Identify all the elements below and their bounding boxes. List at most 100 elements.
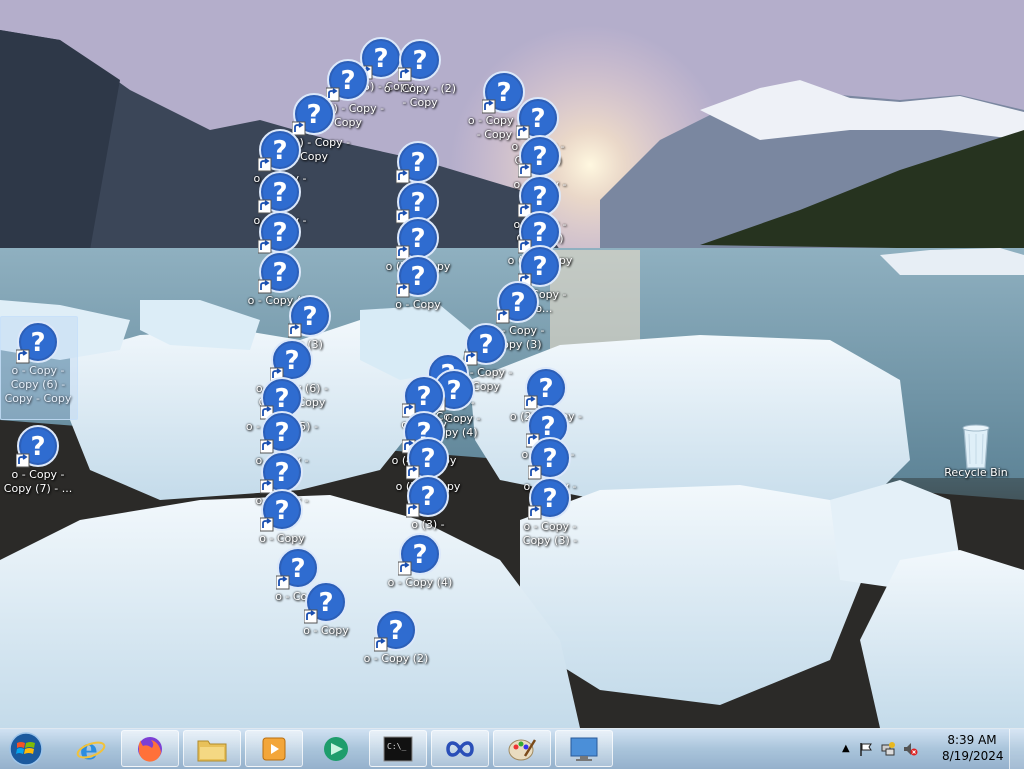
svg-text:?: ? [410,224,425,254]
svg-text:?: ? [410,148,425,178]
svg-text:?: ? [410,262,425,292]
show-hidden-icons-icon[interactable]: ▲ [842,743,858,759]
svg-text:?: ? [542,484,557,514]
unknown-file-shortcut-icon: ? [396,140,440,184]
svg-text:?: ? [30,432,45,462]
desktop-shortcut-icon[interactable]: ? o - Copy (2) [358,608,434,666]
svg-text:?: ? [410,188,425,218]
svg-text:?: ? [542,444,557,474]
taskbar-internet-explorer[interactable]: e [62,730,120,767]
unknown-file-shortcut-icon: ? [496,280,540,324]
svg-text:?: ? [510,288,525,318]
desktop-shortcut-icon[interactable]: ? o (3) - [390,474,466,532]
start-button[interactable] [4,730,48,768]
unknown-file-shortcut-icon: ? [258,128,302,172]
firefox-icon [138,736,162,762]
action-center-flag-icon[interactable] [858,741,874,757]
svg-text:?: ? [412,46,427,76]
windows-logo-icon [9,732,43,766]
taskbar-paint[interactable] [493,730,551,767]
svg-text:?: ? [318,588,333,618]
unknown-file-shortcut-icon: ? [258,170,302,214]
svg-text:?: ? [532,182,547,212]
svg-text:?: ? [30,328,45,358]
taskbar-media-player[interactable] [245,730,303,767]
desktop-shortcut-icon[interactable]: ? o - Copy - (2) - Copy [382,38,458,110]
system-tray: ▲ 8:39 AM 8/19/2024 [834,729,1024,769]
desktop-shortcut-label: o - Copy [303,624,349,637]
desktop-shortcut-label: o - Copy (2) [363,652,429,665]
media-icon [262,737,286,760]
svg-text:?: ? [532,142,547,172]
green-app-icon [324,736,348,761]
svg-text:?: ? [420,482,435,512]
desktop-shortcut-icon[interactable]: ? o - Copy - Copy (6) - Copy - Copy [0,316,78,420]
desktop-shortcut-icon[interactable]: ? o - Copy [380,254,456,312]
desktop-shortcut-label: o - Copy - (2) - Copy [383,82,457,109]
svg-text:?: ? [530,104,545,134]
desktop-shortcut-icon[interactable]: ? o - Copy - Copy (3) - [512,476,588,548]
infinity-icon [446,740,474,757]
svg-text:?: ? [412,540,427,570]
unknown-file-shortcut-icon: ? [304,580,348,624]
taskbar-file-explorer[interactable] [183,730,241,767]
unknown-file-shortcut-icon: ? [528,476,572,520]
svg-text:?: ? [272,258,287,288]
taskbar-green-app[interactable] [307,730,365,767]
show-desktop-button[interactable] [1009,729,1024,769]
desktop-shortcut-label: o - Copy - Copy (7) - ... [3,468,73,495]
svg-text:?: ? [272,218,287,248]
svg-text:?: ? [420,444,435,474]
svg-text:?: ? [284,346,299,376]
taskbar-firefox[interactable] [121,730,179,767]
unknown-file-shortcut-icon: ? [288,294,332,338]
unknown-file-shortcut-icon: ? [16,424,60,468]
recycle-bin-glyph [954,422,998,469]
unknown-file-shortcut-icon: ? [406,474,450,518]
ie-icon: e [76,734,106,764]
unknown-file-shortcut-icon: ? [260,410,304,454]
unknown-file-shortcut-icon: ? [528,436,572,480]
unknown-file-shortcut-icon: ? [396,254,440,298]
unknown-file-shortcut-icon: ? [258,210,302,254]
recycle-bin-icon[interactable]: Recycle Bin [938,422,1014,480]
svg-text:C:\_: C:\_ [387,742,406,751]
svg-text:?: ? [274,496,289,526]
unknown-file-shortcut-icon: ? [518,134,562,178]
svg-text:?: ? [416,382,431,412]
svg-text:e: e [80,734,98,764]
desktop-shortcut-label: o - Copy [259,532,305,545]
taskbar-remote-desktop[interactable] [555,730,613,767]
unknown-file-shortcut-icon: ? [16,320,60,364]
paint-icon [508,738,537,760]
clock[interactable]: 8:39 AM 8/19/2024 [942,732,1004,764]
network-icon[interactable] [880,741,896,757]
unknown-file-shortcut-icon: ? [374,608,418,652]
folder-icon [197,740,227,761]
taskbar-command-prompt[interactable]: C:\_ [369,730,427,767]
svg-text:?: ? [274,458,289,488]
desktop-shortcut-icon[interactable]: ? o - Copy [244,488,320,546]
taskbar-blue-infinity-app[interactable] [431,730,489,767]
desktop-shortcut-label: o - Copy (4) [387,576,453,589]
desktop[interactable]: ? o - Copy - Copy (6) - Copy - Copy? o - C… [0,0,1024,728]
desktop-shortcut-label: o - Copy - Copy (3) - [522,520,578,547]
svg-text:?: ? [302,302,317,332]
cmd-icon: C:\_ [383,736,413,761]
unknown-file-shortcut-icon: ? [398,38,442,82]
svg-text:?: ? [274,418,289,448]
desktop-shortcut-label: o - Copy [395,298,441,311]
unknown-file-shortcut-icon: ? [258,250,302,294]
desktop-shortcut-icon[interactable]: ? o - Copy (4) [382,532,458,590]
desktop-shortcut-label: o (3) - [411,518,445,531]
svg-text:?: ? [532,252,547,282]
svg-text:?: ? [388,616,403,646]
svg-text:?: ? [306,100,321,130]
volume-muted-icon[interactable] [902,741,918,757]
desktop-shortcut-icon[interactable]: ? o - Copy [288,580,364,638]
svg-text:?: ? [272,136,287,166]
desktop-shortcut-icon[interactable]: ? o - Copy - Copy (7) - ... [0,424,76,496]
clock-time: 8:39 AM [947,733,997,747]
unknown-file-shortcut-icon: ? [398,532,442,576]
clock-date: 8/19/2024 [942,749,1004,763]
